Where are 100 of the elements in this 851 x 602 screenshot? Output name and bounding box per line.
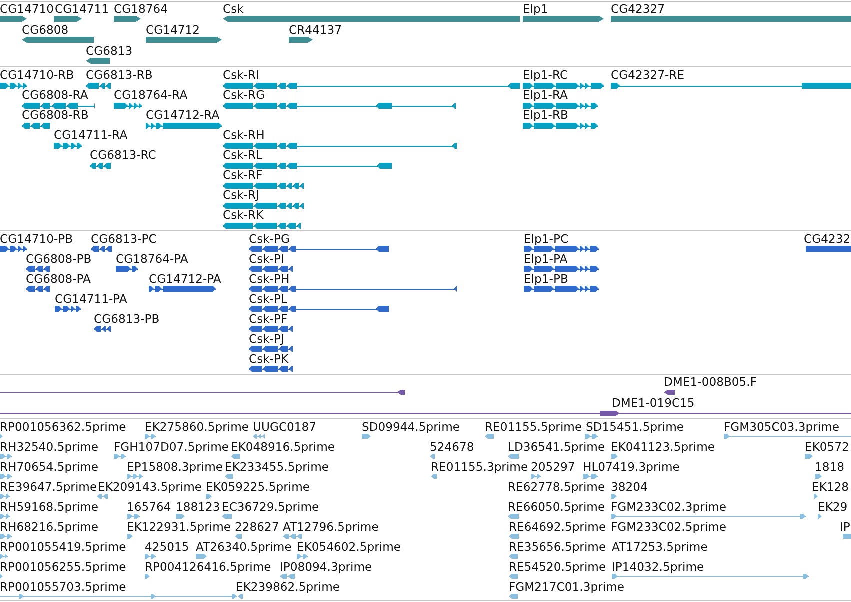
est-label: SD15451.5prime <box>586 420 684 434</box>
est-label: EK128 <box>812 480 850 494</box>
est-label: HL07419.3prime <box>583 460 680 474</box>
est-label: 524678 <box>430 440 474 454</box>
protein-label: Elp1-PA <box>524 252 568 266</box>
est-label: 425015 <box>145 540 190 554</box>
est-label: RE39647.5prime <box>0 480 98 494</box>
protein-label: Csk-PF <box>249 312 288 326</box>
est-label: EK059225.5prime <box>206 480 310 494</box>
protein-label: CG14710-PB <box>0 232 74 246</box>
est-label: 1818 <box>815 460 845 474</box>
est-label: SD09944.5prime <box>362 420 460 434</box>
protein-label: CG6808-PB <box>26 252 92 266</box>
est-label: AT17253.5prime <box>612 540 708 554</box>
est-label: RP001056255.5prime <box>0 560 126 574</box>
est-label: EC36729.5prime <box>222 500 320 514</box>
transcript-label: Csk-RF <box>223 168 263 182</box>
est-label: EK209143.5prime <box>98 480 202 494</box>
est-label: AT26340.5prime <box>196 540 292 554</box>
est-label: EK239862.5prime <box>236 580 340 594</box>
est-label: RH32540.5prime <box>0 440 98 454</box>
protein-label: CG6813-PB <box>94 312 160 326</box>
protein-label: CG6813-PC <box>91 232 157 246</box>
est-label: EK0572 <box>805 440 850 454</box>
est-label: EK054602.5prime <box>297 540 402 554</box>
transcript-label: Csk-RL <box>223 148 263 162</box>
est-label: RH68216.5prime <box>0 520 98 534</box>
protein-label: Csk-PH <box>249 272 290 286</box>
gene-label: CG42327 <box>611 2 665 16</box>
est-label: 205297 <box>531 460 576 474</box>
gene-label: CG18764 <box>114 2 168 16</box>
est-label: AT12796.5prime <box>283 520 379 534</box>
protein-label: CG18764-PA <box>116 252 188 266</box>
est-label: RP001055703.5prime <box>0 580 126 594</box>
est-label: LD36541.5prime <box>508 440 606 454</box>
protein-label: Elp1-PB <box>524 272 568 286</box>
gene-label: Elp1 <box>523 2 548 16</box>
est-label: EK041123.5prime <box>611 440 716 454</box>
est-label: FGM305C03.3prime <box>724 420 840 434</box>
protein-label: Csk-PK <box>249 352 289 366</box>
transcript-label: Csk-RI <box>223 68 260 82</box>
est-label: 38204 <box>611 480 648 494</box>
est-label: RE66050.5prime <box>508 500 606 514</box>
protein-label: CG6808-PA <box>26 272 91 286</box>
gene-label: CG14710 <box>0 2 54 16</box>
transcript-label: Csk-RJ <box>223 188 260 202</box>
est-label: RP001056362.5prime <box>0 420 126 434</box>
transcript-label: CG6813-RB <box>86 68 153 82</box>
protein-label: Csk-PG <box>249 232 290 246</box>
est-label: UUGC0187 <box>253 420 317 434</box>
est-label: RE35656.5prime <box>509 540 606 554</box>
transcript-label: Elp1-RA <box>523 88 568 102</box>
clone-label: DME1-019C15 <box>612 396 695 410</box>
est-label: RH70654.5prime <box>0 460 98 474</box>
est-label: RE62778.5prime <box>508 480 606 494</box>
transcript-label: CG6808-RB <box>22 108 89 122</box>
est-label: 228627 <box>235 520 280 534</box>
protein-label: Csk-PJ <box>249 332 284 346</box>
transcript-label: CG6813-RC <box>90 148 156 162</box>
protein-label: CG14711-PA <box>55 292 128 306</box>
transcript-label: Csk-RH <box>223 128 265 142</box>
est-label: RH59168.5prime <box>0 500 98 514</box>
est-label: RP004126416.5prime <box>145 560 272 574</box>
est-label: EK275860.5prime <box>145 420 250 434</box>
transcript-label: CG14710-RB <box>0 68 74 82</box>
est-label: EK233455.5prime <box>225 460 330 474</box>
est-label: FGM217C01.3prime <box>509 580 624 594</box>
est-label: EK122931.5prime <box>127 520 232 534</box>
est-label: RE01155.3prime <box>431 460 528 474</box>
protein-label: Csk-PL <box>249 292 288 306</box>
est-label: 188123 <box>176 500 220 514</box>
est-label: EK048916.5prime <box>231 440 336 454</box>
est-label: 165764 <box>127 500 172 514</box>
transcript-label: Csk-RG <box>223 88 266 102</box>
gene-label: CR44137 <box>289 23 342 37</box>
est-label: RE54520.5prime <box>509 560 606 574</box>
est-label: IP08094.3prime <box>280 560 372 574</box>
transcript-label: CG14711-RA <box>54 128 128 142</box>
est-label: EK29 <box>818 500 848 514</box>
est-label: FGM233C02.3prime <box>611 500 726 514</box>
transcript-label: CG6808-RA <box>22 88 88 102</box>
gene-label: CG6808 <box>22 23 69 37</box>
est-label: RE64692.5prime <box>509 520 606 534</box>
est-label: FGM233C02.5prime <box>611 520 726 534</box>
gene-label: CG14711 <box>55 2 109 16</box>
transcript-label: Elp1-RC <box>523 68 568 82</box>
est-label: RP001055419.5prime <box>0 540 126 554</box>
transcript-label: Csk-RK <box>223 208 264 222</box>
est-label: IP <box>840 520 850 534</box>
est-label: EP15808.3prime <box>127 460 224 474</box>
protein-label: CG14712-PA <box>149 272 222 286</box>
protein-label: Csk-PI <box>249 252 284 266</box>
transcript-label: CG14712-RA <box>146 108 220 122</box>
gene-label: Csk <box>223 2 244 16</box>
gene-label: CG14712 <box>146 23 200 37</box>
est-label: FGH107D07.5prime <box>114 440 230 454</box>
protein-label: Elp1-PC <box>524 232 569 246</box>
protein-label: CG4232 <box>804 232 851 246</box>
transcript-label: Elp1-RB <box>523 108 568 122</box>
transcript-label: CG18764-RA <box>114 88 188 102</box>
